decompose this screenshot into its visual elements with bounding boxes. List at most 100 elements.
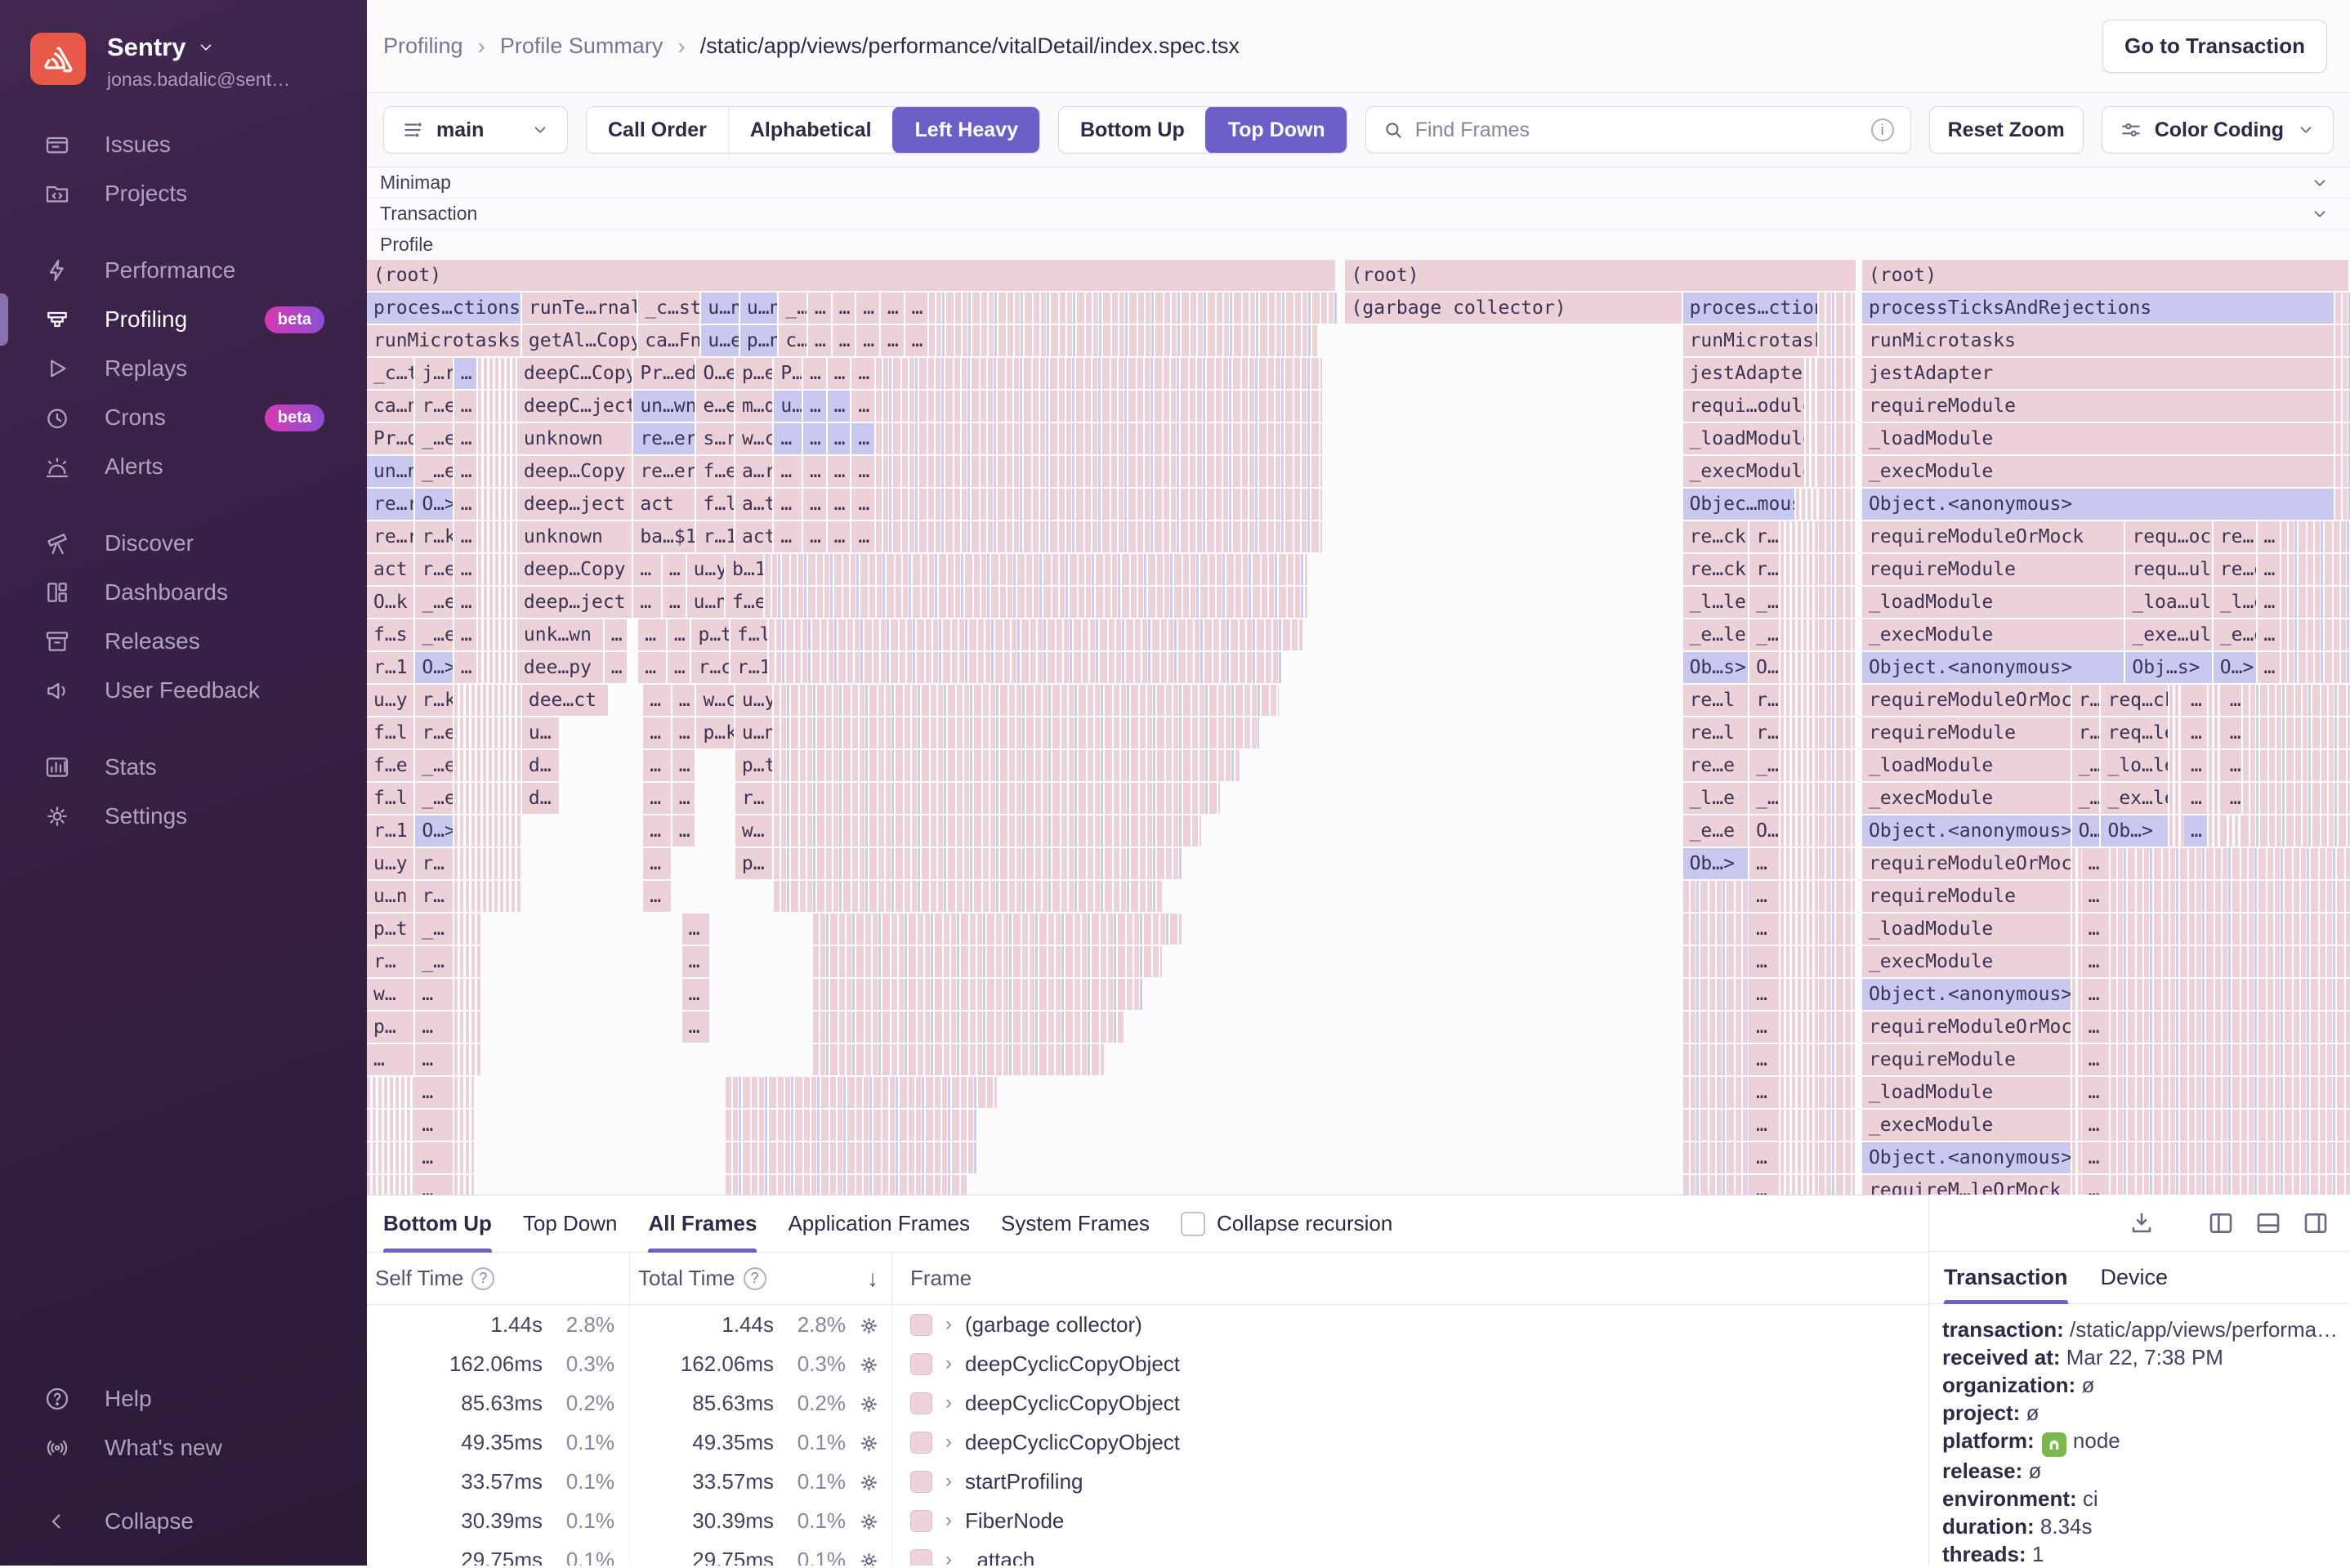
flame-frame[interactable]: …: [2257, 554, 2282, 585]
flame-frame[interactable]: r…e: [415, 391, 454, 422]
flame-frame[interactable]: requ…ock: [2125, 521, 2214, 552]
flame-frame[interactable]: …: [415, 1012, 454, 1043]
flame-frame[interactable]: p…n: [739, 325, 780, 356]
flame-frame[interactable]: _…: [415, 946, 454, 977]
flame-frame[interactable]: …: [1749, 1012, 1780, 1043]
flame-filler[interactable]: [2071, 1012, 2082, 1043]
flame-frame[interactable]: p…k: [696, 717, 735, 748]
flame-filler[interactable]: [1818, 325, 1855, 356]
flame-frame[interactable]: _e…e: [1682, 815, 1750, 847]
flame-frame[interactable]: …: [2081, 1110, 2111, 1141]
frame-cell[interactable]: › startProfiling: [891, 1462, 1928, 1501]
flame-filler[interactable]: [1682, 881, 1750, 912]
flame-frame[interactable]: r…: [735, 783, 775, 814]
sidebar-item-crons[interactable]: Crons beta: [0, 393, 367, 442]
flame-frame[interactable]: unknown: [516, 423, 634, 454]
flame-filler[interactable]: [929, 325, 1317, 356]
flame-frame[interactable]: requireModule: [1861, 391, 2336, 422]
flame-frame[interactable]: _…: [415, 914, 454, 945]
sidebar-item-user-feedback[interactable]: User Feedback: [0, 666, 367, 715]
flame-filler[interactable]: [2169, 750, 2184, 781]
flame-frame[interactable]: …: [453, 456, 479, 487]
flame-filler[interactable]: [726, 1077, 998, 1108]
flame-filler[interactable]: [1682, 946, 1750, 977]
flame-frame[interactable]: …: [1749, 848, 1780, 879]
expand-chevron-icon[interactable]: ›: [945, 1548, 952, 1566]
flame-frame[interactable]: …: [643, 685, 672, 716]
flame-frame[interactable]: u…y: [686, 554, 726, 585]
flame-filler[interactable]: [1780, 1142, 1819, 1173]
flame-frame[interactable]: …: [415, 1077, 454, 1108]
flame-frame[interactable]: re…e: [2213, 554, 2258, 585]
flame-frame[interactable]: _…e: [415, 750, 454, 781]
flame-frame[interactable]: requireModuleOrMock: [1861, 848, 2072, 879]
frame-cell[interactable]: › _attach: [891, 1540, 1928, 1566]
flame-filler[interactable]: [483, 717, 522, 748]
flame-filler[interactable]: [1818, 587, 1855, 618]
flame-filler[interactable]: [2071, 1077, 2082, 1108]
flame-filler[interactable]: [2335, 489, 2350, 520]
col-frame[interactable]: Frame: [891, 1253, 1928, 1304]
flame-filler[interactable]: [1806, 358, 1819, 389]
flame-frame[interactable]: …: [2257, 521, 2282, 552]
gear-icon[interactable]: [846, 1391, 891, 1416]
flame-frame[interactable]: Ob…>: [2101, 815, 2170, 847]
flame-filler[interactable]: [2335, 423, 2350, 454]
flame-filler[interactable]: [1818, 423, 1855, 454]
flame-frame[interactable]: requireModule: [1861, 717, 2072, 748]
flame-frame[interactable]: …: [803, 423, 828, 454]
flame-filler[interactable]: [1682, 979, 1750, 1010]
flame-frame[interactable]: _…: [2071, 783, 2102, 814]
flame-frame[interactable]: _loadModule: [1861, 423, 2336, 454]
sidebar-item-alerts[interactable]: Alerts: [0, 442, 367, 491]
flame-frame[interactable]: runMicrotasks: [367, 325, 522, 356]
flame-filler[interactable]: [929, 293, 1337, 324]
flame-frame[interactable]: …: [851, 489, 876, 520]
flame-filler[interactable]: [1818, 750, 1855, 781]
flame-frame[interactable]: requireModuleOrMock: [1861, 521, 2126, 552]
flame-frame[interactable]: …: [638, 619, 668, 650]
flame-filler[interactable]: [1818, 685, 1855, 716]
expand-chevron-icon[interactable]: ›: [945, 1352, 952, 1375]
gear-icon[interactable]: [846, 1508, 891, 1534]
flame-frame[interactable]: f…s: [367, 619, 416, 650]
flame-frame[interactable]: Obj…s>: [2125, 652, 2214, 683]
flame-frame[interactable]: …: [1749, 1077, 1780, 1108]
flame-filler[interactable]: [812, 1044, 1104, 1075]
table-row[interactable]: 162.06ms 0.3% 162.06ms 0.3% › deepCyclicCopyO…: [367, 1344, 1928, 1383]
flame-frame[interactable]: _execModule: [1861, 946, 2072, 977]
flame-frame[interactable]: …: [453, 358, 479, 389]
flame-filler[interactable]: [2335, 325, 2350, 356]
flame-frame[interactable]: Object.<anonymous>: [1861, 815, 2072, 847]
table-row[interactable]: 30.39ms 0.1% 30.39ms 0.1% › FiberNode: [367, 1501, 1928, 1540]
flame-frame[interactable]: u…: [774, 391, 803, 422]
flame-filler[interactable]: [1780, 1175, 1819, 1195]
breadcrumb-profiling[interactable]: Profiling: [383, 34, 463, 59]
flame-filler[interactable]: [453, 783, 484, 814]
flame-frame[interactable]: a…t: [735, 489, 775, 520]
flame-filler[interactable]: [2242, 717, 2350, 748]
flame-frame[interactable]: …: [880, 325, 905, 356]
flame-frame[interactable]: _exe…ule: [2125, 619, 2214, 650]
flame-filler[interactable]: [2111, 1175, 2350, 1195]
flame-frame[interactable]: …: [807, 293, 833, 324]
flame-filler[interactable]: [764, 554, 1308, 585]
flame-filler[interactable]: [1795, 489, 1819, 520]
flame-filler[interactable]: [2111, 914, 2350, 945]
flame-frame[interactable]: r…: [1749, 521, 1780, 552]
sidebar-item-performance[interactable]: Performance: [0, 246, 367, 295]
sort-desc-icon[interactable]: ↓: [867, 1266, 878, 1292]
flame-frame[interactable]: …: [2183, 783, 2209, 814]
flame-frame[interactable]: _loadModule: [1682, 423, 1807, 454]
flame-frame[interactable]: O…>: [2213, 652, 2258, 683]
breadcrumb-profile-summary[interactable]: Profile Summary: [500, 34, 663, 59]
table-row[interactable]: 85.63ms 0.2% 85.63ms 0.2% › deepCyclicCopyObj…: [367, 1383, 1928, 1423]
flame-frame[interactable]: …: [2081, 848, 2111, 879]
layout-left-panel-icon[interactable]: [2208, 1210, 2234, 1236]
flame-frame[interactable]: …: [643, 848, 672, 879]
checkbox-icon[interactable]: [1181, 1211, 1206, 1236]
flame-filler[interactable]: [2071, 881, 2082, 912]
flame-frame[interactable]: …: [2183, 685, 2209, 716]
flame-frame[interactable]: …: [415, 979, 454, 1010]
flame-frame[interactable]: …: [851, 358, 876, 389]
